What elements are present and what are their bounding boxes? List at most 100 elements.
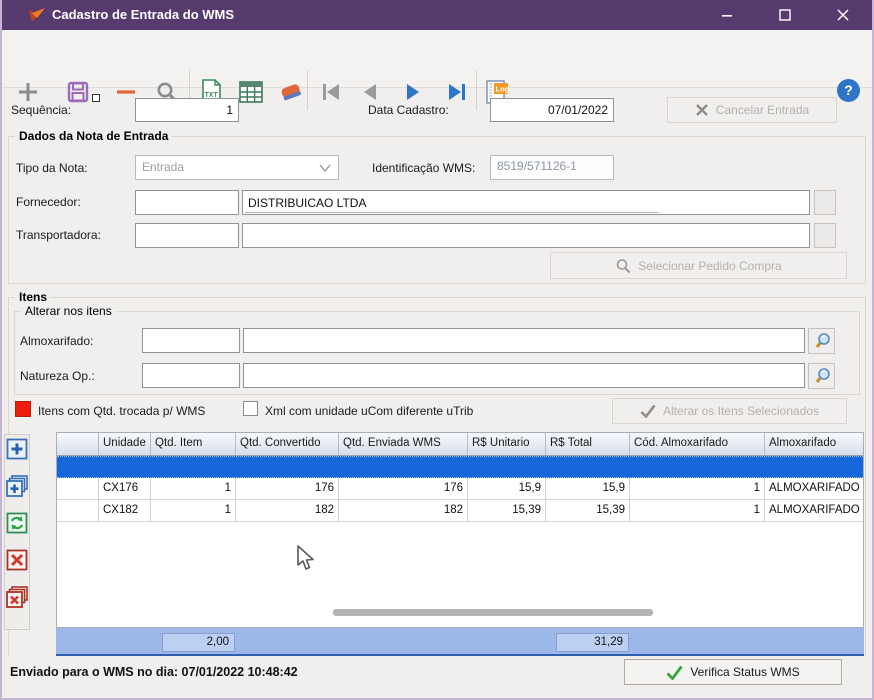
alterar-itens-title: Alterar nos itens bbox=[21, 304, 116, 318]
grid-header-cell[interactable] bbox=[57, 433, 99, 455]
add-item-icon bbox=[6, 438, 28, 460]
clear-button[interactable] bbox=[275, 76, 307, 108]
tipo-nota-value: Entrada bbox=[142, 160, 185, 174]
cell-qtd-enviada[interactable]: 176 bbox=[339, 478, 468, 499]
almoxarifado-name-input[interactable] bbox=[243, 328, 805, 353]
search-small-icon bbox=[616, 258, 631, 273]
magnifier-icon bbox=[815, 368, 830, 383]
grid-header-cell[interactable]: Unidade bbox=[99, 433, 151, 455]
save-icon bbox=[67, 81, 89, 103]
transportadora-code-input[interactable] bbox=[135, 223, 239, 248]
horizontal-scrollbar[interactable] bbox=[333, 609, 653, 616]
focus-marker bbox=[92, 94, 100, 102]
cell-almoxarifado[interactable]: ALMOXARIFADO bbox=[765, 478, 863, 499]
cell-unitario[interactable]: 15,39 bbox=[468, 500, 546, 521]
nav-first-button[interactable] bbox=[315, 76, 347, 108]
tipo-nota-label: Tipo da Nota: bbox=[16, 161, 88, 175]
delete-all-items-button[interactable] bbox=[5, 585, 29, 609]
close-button[interactable] bbox=[814, 0, 872, 30]
svg-text:Log: Log bbox=[496, 85, 510, 94]
natureza-code-input[interactable] bbox=[142, 363, 240, 388]
nav-next-icon bbox=[407, 84, 419, 100]
natureza-name-input[interactable] bbox=[243, 363, 805, 388]
cell-unitario[interactable]: 15,9 bbox=[468, 478, 546, 499]
fornecedor-code-input[interactable] bbox=[135, 190, 239, 215]
cell-qtd-convertido[interactable]: 176 bbox=[236, 478, 339, 499]
alterar-itens-button[interactable]: Alterar os Itens Selecionados bbox=[612, 398, 847, 424]
minimize-icon bbox=[722, 15, 732, 17]
cell-cod-almoxarifado[interactable]: 1 bbox=[630, 500, 765, 521]
grid-header-cell[interactable]: Qtd. Enviada WMS bbox=[339, 433, 468, 455]
cell-qtd-enviada[interactable]: 182 bbox=[339, 500, 468, 521]
transportadora-label: Transportadora: bbox=[16, 228, 101, 242]
xml-ucom-label: Xml com unidade uCom diferente uTrib bbox=[265, 404, 474, 418]
xml-ucom-checkbox[interactable] bbox=[243, 401, 258, 416]
table-row[interactable]: CX176 1 176 176 15,9 15,9 1 ALMOXARIFADO bbox=[57, 478, 863, 500]
minimize-button[interactable] bbox=[698, 0, 756, 30]
toolbar-separator bbox=[307, 70, 308, 110]
cell-qtd-item[interactable]: 1 bbox=[151, 500, 236, 521]
cell-qtd-item[interactable]: 1 bbox=[151, 478, 236, 499]
table-row[interactable]: CX182 1 182 182 15,39 15,39 1 ALMOXARIFA… bbox=[57, 500, 863, 522]
cell-cod-almoxarifado[interactable]: 1 bbox=[630, 478, 765, 499]
tipo-nota-select[interactable]: Entrada bbox=[135, 155, 339, 180]
nav-first-icon bbox=[323, 84, 339, 100]
statusbar: Enviado para o WMS no dia: 07/01/2022 10… bbox=[2, 656, 872, 690]
magnifier-icon bbox=[815, 333, 830, 348]
cell-total[interactable]: 15,9 bbox=[546, 478, 630, 499]
qtd-trocada-legend-swatch bbox=[15, 401, 31, 417]
grid-header-cell[interactable]: Qtd. Convertido bbox=[236, 433, 339, 455]
cell-unidade[interactable]: CX176 bbox=[99, 478, 151, 499]
items-grid[interactable]: Unidade Qtd. Item Qtd. Convertido Qtd. E… bbox=[56, 432, 864, 628]
almoxarifado-search-button[interactable] bbox=[808, 328, 835, 354]
totals-band: 2,00 31,29 bbox=[56, 628, 864, 656]
toolbar: TXT Log ? bbox=[2, 30, 872, 110]
grid-header-cell[interactable]: R$ Total bbox=[546, 433, 630, 455]
transportadora-lookup-button[interactable] bbox=[814, 223, 836, 248]
almoxarifado-label: Almoxarifado: bbox=[20, 334, 94, 348]
natureza-search-button[interactable] bbox=[808, 363, 835, 389]
transportadora-name-input[interactable] bbox=[242, 223, 810, 248]
identificacao-wms-value: 8519/571126-1 bbox=[490, 155, 614, 180]
cancelar-entrada-button[interactable]: Cancelar Entrada bbox=[667, 97, 837, 123]
grid-view-button[interactable] bbox=[235, 76, 267, 108]
selecionar-pedido-button[interactable]: Selecionar Pedido Compra bbox=[550, 252, 847, 279]
add-multiple-items-button[interactable] bbox=[5, 474, 29, 498]
sequencia-input[interactable] bbox=[135, 98, 239, 122]
check-green-icon bbox=[666, 665, 683, 680]
nav-last-icon bbox=[449, 84, 465, 100]
refresh-items-button[interactable] bbox=[5, 511, 29, 535]
add-item-button[interactable] bbox=[5, 437, 29, 461]
verifica-status-label: Verifica Status WMS bbox=[690, 665, 800, 679]
refresh-icon bbox=[6, 512, 28, 534]
fornecedor-lookup-button[interactable] bbox=[814, 190, 836, 215]
cell-total[interactable]: 15,39 bbox=[546, 500, 630, 521]
maximize-button[interactable] bbox=[756, 0, 814, 30]
selected-row[interactable] bbox=[57, 456, 863, 478]
nav-prev-icon bbox=[364, 84, 376, 100]
data-cadastro-input[interactable] bbox=[490, 98, 614, 122]
grid-header-cell[interactable]: Cód. Almoxarifado bbox=[630, 433, 765, 455]
qtd-trocada-legend-label: Itens com Qtd. trocada p/ WMS bbox=[38, 404, 206, 418]
delete-item-button[interactable] bbox=[5, 548, 29, 572]
grid-header-cell[interactable]: R$ Unitario bbox=[468, 433, 546, 455]
maximize-icon bbox=[779, 9, 791, 21]
help-button[interactable]: ? bbox=[837, 79, 860, 102]
data-cadastro-label: Data Cadastro: bbox=[368, 103, 449, 117]
verifica-status-button[interactable]: Verifica Status WMS bbox=[624, 659, 842, 685]
cancelar-entrada-label: Cancelar Entrada bbox=[715, 103, 810, 117]
wms-sent-status: Enviado para o WMS no dia: 07/01/2022 10… bbox=[10, 665, 298, 679]
identificacao-wms-label: Identificação WMS: bbox=[372, 161, 476, 175]
almoxarifado-code-input[interactable] bbox=[142, 328, 240, 353]
grid-header-cell[interactable]: Almoxarifado bbox=[765, 433, 863, 455]
cell-qtd-convertido[interactable]: 182 bbox=[236, 500, 339, 521]
row-selector-cell[interactable] bbox=[57, 500, 99, 521]
toolbar-separator bbox=[476, 70, 477, 110]
cell-almoxarifado[interactable]: ALMOXARIFADO bbox=[765, 500, 863, 521]
cell-unidade[interactable]: CX182 bbox=[99, 500, 151, 521]
row-selector-cell[interactable] bbox=[57, 478, 99, 499]
delete-item-icon bbox=[6, 549, 28, 571]
grid-header-cell[interactable]: Qtd. Item bbox=[151, 433, 236, 455]
fornecedor-underline bbox=[245, 212, 659, 213]
natureza-label: Natureza Op.: bbox=[20, 369, 95, 383]
